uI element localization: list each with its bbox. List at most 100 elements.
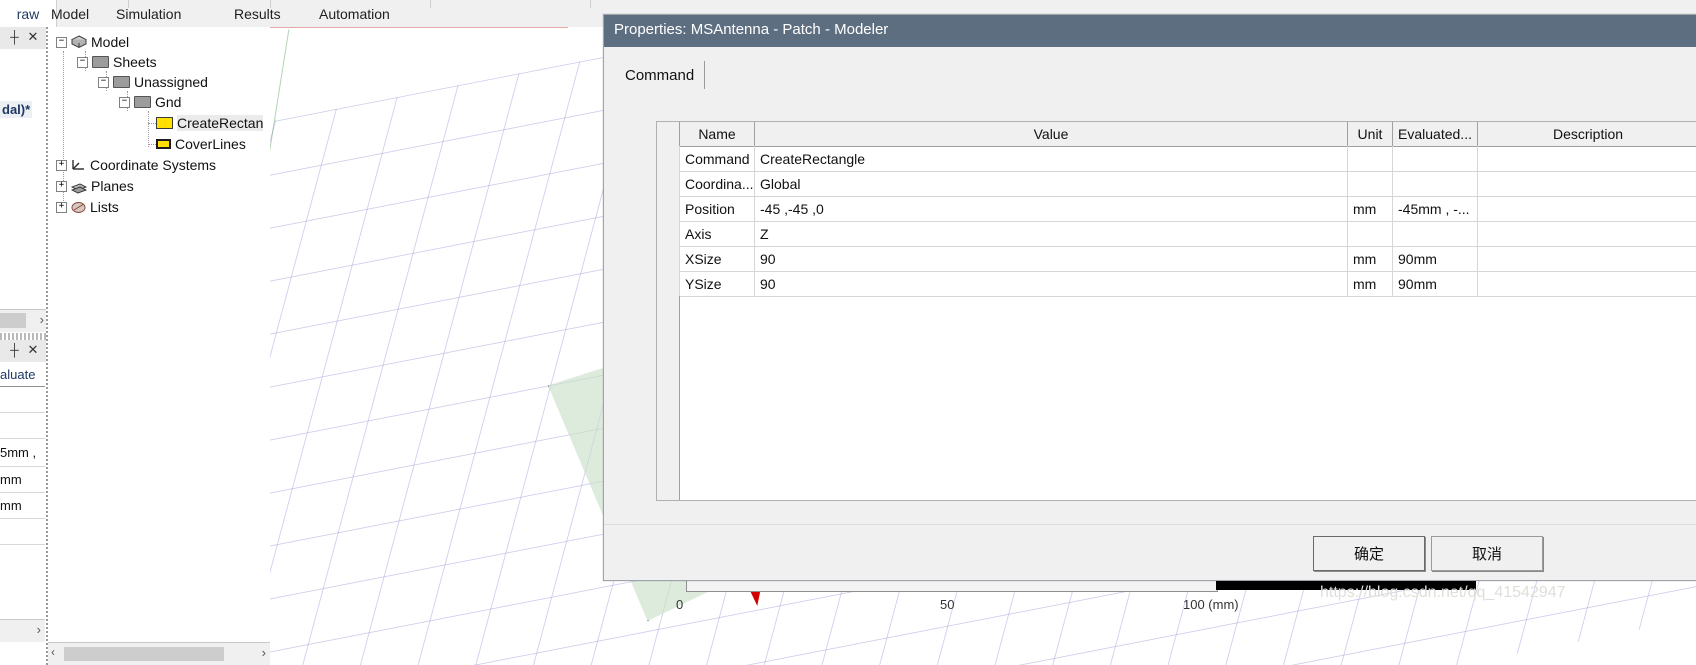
grid-empty-gutter: [657, 296, 680, 500]
x-axis-guideline: [270, 27, 568, 28]
cell-value[interactable]: Global: [755, 171, 1347, 196]
panel-splitter[interactable]: [0, 333, 48, 340]
properties-panel-body: aluate 5mm , mm mm ›: [0, 362, 47, 642]
tree-node-create-rectangle[interactable]: CreateRectan: [152, 113, 264, 133]
menu-item-model[interactable]: Model: [41, 0, 99, 27]
tree-node-label: Sheets: [113, 54, 157, 70]
grid-header-evaluated[interactable]: Evaluated...: [1393, 122, 1477, 146]
cell-description: [1478, 146, 1696, 171]
tree-node-lists[interactable]: + Lists: [56, 197, 119, 217]
sheet-icon: [134, 96, 151, 108]
expand-icon[interactable]: +: [56, 159, 67, 171]
project-panel-hscrollbar[interactable]: ›: [0, 309, 47, 332]
properties-dialog[interactable]: Properties: MSAntenna - Patch - Modeler …: [603, 14, 1696, 581]
grid-header-row: Name Value Unit Evaluated... Description: [657, 122, 1696, 147]
tree-node-label: Lists: [90, 199, 119, 215]
dialog-title-bar[interactable]: Properties: MSAntenna - Patch - Modeler: [604, 15, 1696, 47]
menu-item-results[interactable]: Results: [224, 0, 291, 27]
table-row[interactable]: Position -45 ,-45 ,0 mm -45mm , -...: [657, 196, 1696, 222]
menu-item-simulation[interactable]: Simulation: [106, 0, 191, 27]
mini-table-row: [0, 386, 45, 413]
row-gutter[interactable]: [657, 146, 679, 171]
mini-table-row: mm: [0, 466, 45, 493]
scroll-right-icon[interactable]: ›: [40, 312, 44, 327]
grid-header-description[interactable]: Description: [1478, 122, 1696, 146]
grid-header-value[interactable]: Value: [755, 122, 1347, 146]
ruler-tick-0: 0: [676, 597, 684, 612]
scroll-right-icon[interactable]: ›: [37, 622, 41, 637]
row-gutter[interactable]: [657, 196, 679, 221]
cell-description: [1478, 171, 1696, 196]
model-icon: [70, 35, 88, 49]
cell-unit: mm: [1353, 275, 1377, 292]
expand-icon[interactable]: +: [56, 201, 67, 213]
tree-node-sheets[interactable]: − Sheets: [77, 52, 157, 72]
tree-hscrollbar[interactable]: ‹ ›: [48, 642, 270, 665]
collapse-icon[interactable]: −: [98, 76, 109, 88]
pin-icon[interactable]: ┼: [8, 31, 21, 44]
scrollbar-thumb[interactable]: [0, 313, 26, 328]
menu-item-automation[interactable]: Automation: [309, 0, 400, 27]
yellow-frame-icon: [156, 139, 171, 149]
cell-value[interactable]: Z: [755, 221, 1347, 246]
tree-node-label: Coordinate Systems: [90, 157, 217, 173]
cell-description: [1478, 221, 1696, 246]
table-row[interactable]: Coordina... Global: [657, 171, 1696, 197]
properties-panel-hscrollbar[interactable]: ›: [0, 619, 45, 642]
expand-icon[interactable]: +: [56, 180, 67, 192]
grid-header-unit[interactable]: Unit: [1348, 122, 1392, 146]
collapse-icon[interactable]: −: [77, 56, 88, 68]
property-grid[interactable]: Name Value Unit Evaluated... Description…: [656, 121, 1696, 501]
tree-connector: [148, 111, 149, 147]
tree-node-gnd[interactable]: − Gnd: [119, 92, 181, 112]
tree-node-unassigned[interactable]: − Unassigned: [98, 72, 208, 92]
tree-node-label: CoverLines: [175, 136, 246, 152]
cell-name: Axis: [685, 225, 712, 242]
table-row[interactable]: Axis Z: [657, 221, 1696, 247]
tree-node-label: Planes: [91, 178, 134, 194]
table-row[interactable]: Command CreateRectangle: [657, 146, 1696, 172]
cell-value[interactable]: -45 ,-45 ,0: [755, 196, 1347, 221]
cancel-button[interactable]: 取消: [1431, 536, 1543, 571]
scroll-right-icon[interactable]: ›: [262, 645, 266, 660]
cell-name: XSize: [685, 250, 722, 267]
row-gutter[interactable]: [657, 246, 679, 271]
cell-value[interactable]: 90: [755, 246, 1347, 271]
dialog-title: Properties: MSAntenna - Patch - Modeler: [614, 21, 889, 38]
cell-value[interactable]: CreateRectangle: [755, 146, 1347, 171]
tree-node-cover-lines[interactable]: CoverLines: [152, 134, 246, 154]
cell-evaluated: 90mm: [1398, 250, 1437, 267]
row-gutter[interactable]: [657, 221, 679, 246]
pin-icon[interactable]: ┼: [8, 344, 21, 357]
tab-command[interactable]: Command: [615, 61, 706, 89]
tab-strip: Command: [612, 61, 1689, 89]
left-dock-panels: ┼ ✕ dal)* › ┼ ✕ aluate 5mm , mm mm ›: [0, 27, 48, 665]
row-gutter[interactable]: [657, 271, 679, 296]
project-panel-header: ┼ ✕: [0, 27, 48, 50]
tree-node-coordinate-systems[interactable]: + Coordinate Systems: [56, 155, 216, 175]
scrollbar-thumb[interactable]: [64, 647, 224, 661]
row-gutter[interactable]: [657, 171, 679, 196]
table-row[interactable]: XSize 90 mm 90mm: [657, 246, 1696, 272]
cell-unit: [1348, 221, 1392, 246]
collapse-icon[interactable]: −: [56, 36, 67, 48]
lists-icon: [71, 201, 86, 214]
collapse-icon[interactable]: −: [119, 96, 130, 108]
ok-button[interactable]: 确定: [1313, 536, 1425, 571]
cell-value[interactable]: 90: [755, 271, 1347, 296]
sheet-icon: [92, 56, 109, 68]
planes-icon: [70, 181, 88, 193]
cell-evaluated: [1393, 146, 1477, 171]
axes-icon: [71, 159, 86, 172]
close-icon[interactable]: ✕: [26, 30, 40, 44]
table-row[interactable]: YSize 90 mm 90mm: [657, 271, 1696, 297]
project-panel-body: dal)*: [0, 49, 48, 309]
grid-header-name[interactable]: Name: [680, 122, 754, 146]
tree-node-model[interactable]: − Model: [56, 32, 129, 52]
project-tree-panel: − Model − Sheets − Unassigned − Gnd Crea…: [48, 27, 271, 665]
mini-table-row: [0, 518, 45, 545]
close-icon[interactable]: ✕: [26, 343, 40, 357]
tree-node-planes[interactable]: + Planes: [56, 176, 134, 196]
scroll-left-icon[interactable]: ‹: [51, 645, 55, 659]
ruler-tick-100: 100 (mm): [1183, 597, 1239, 612]
